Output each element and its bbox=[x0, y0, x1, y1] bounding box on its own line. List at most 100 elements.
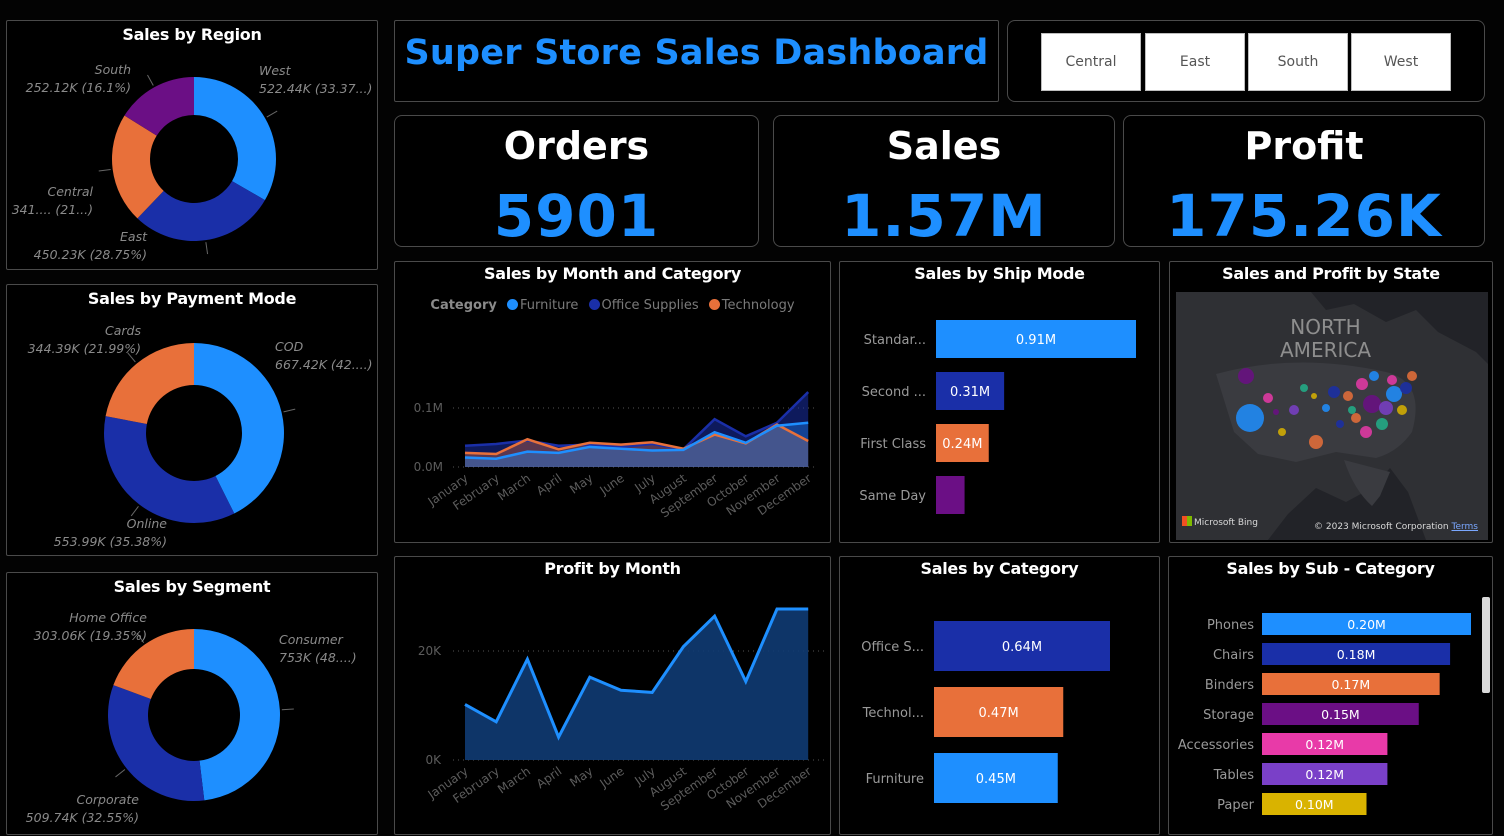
state-bubble[interactable] bbox=[1397, 405, 1407, 415]
leader-line bbox=[115, 769, 126, 778]
bar-category-paper: Paper bbox=[1217, 798, 1254, 813]
donut-value-east: 450.23K (28.75%) bbox=[34, 247, 147, 262]
bing-attribution: Microsoft Bing bbox=[1182, 516, 1258, 528]
y-tick-0: 0K bbox=[425, 753, 442, 767]
leader-line bbox=[130, 506, 139, 517]
state-bubble[interactable] bbox=[1311, 393, 1317, 399]
state-bubble[interactable] bbox=[1363, 395, 1381, 413]
leader-line bbox=[205, 242, 209, 255]
sales-by-month-category-panel: Sales by Month and Category Category Fur… bbox=[394, 261, 831, 543]
sales-by-segment-panel: Sales by Segment Consumer 753K (48....) Co… bbox=[6, 572, 378, 835]
map-label-line1: NORTH bbox=[1290, 315, 1361, 339]
state-bubble[interactable] bbox=[1273, 409, 1279, 415]
donut-slice-consumer[interactable] bbox=[194, 629, 280, 801]
sales-by-payment-panel: Sales by Payment Mode COD 667.42K (42....… bbox=[6, 284, 378, 556]
x-tick-may: May bbox=[567, 471, 595, 497]
dashboard-title-panel: Super Store Sales Dashboard bbox=[394, 20, 999, 102]
slicer-button-east[interactable]: East bbox=[1145, 33, 1245, 91]
state-bubble[interactable] bbox=[1386, 386, 1402, 402]
map-copyright: © 2023 Microsoft Corporation Terms bbox=[1314, 522, 1478, 532]
state-bubble[interactable] bbox=[1300, 384, 1308, 392]
state-map[interactable]: NORTH AMERICA Microsoft Bing © 2023 Micr… bbox=[1176, 292, 1488, 540]
bar-value-office-s: 0.64M bbox=[1002, 640, 1042, 655]
y-tick-0: 0.0M bbox=[414, 460, 443, 474]
region-slicer: Central East South West bbox=[1007, 20, 1485, 102]
bar-value-technol: 0.47M bbox=[979, 706, 1019, 721]
bar-same-day[interactable] bbox=[936, 476, 965, 514]
kpi-profit-value: 175.26K bbox=[1166, 182, 1442, 250]
leader-line bbox=[266, 110, 278, 118]
donut-label-cod: COD bbox=[275, 339, 304, 354]
bing-label: Microsoft Bing bbox=[1194, 518, 1258, 528]
sales-by-sub-category-panel: Sales by Sub - Category Phones 0.20M Chair… bbox=[1168, 556, 1493, 835]
state-bubble[interactable] bbox=[1348, 406, 1356, 414]
leader-line bbox=[147, 74, 154, 86]
donut-label-home-office: Home Office bbox=[69, 610, 147, 625]
bar-value-tables: 0.12M bbox=[1305, 767, 1344, 782]
bar-value-phones: 0.20M bbox=[1347, 617, 1386, 632]
sales-by-sub-category-chart: Phones 0.20M Chairs 0.18M Binders 0.17M Storag… bbox=[1178, 613, 1471, 815]
state-bubble[interactable] bbox=[1328, 386, 1340, 398]
sub-category-scrollbar[interactable] bbox=[1482, 597, 1490, 693]
bar-category-phones: Phones bbox=[1207, 618, 1254, 633]
state-bubble[interactable] bbox=[1360, 426, 1372, 438]
state-bubble[interactable] bbox=[1238, 368, 1254, 384]
bar-value-accessories: 0.12M bbox=[1305, 737, 1344, 752]
donut-value-online: 553.99K (35.38%) bbox=[54, 534, 167, 549]
state-bubble[interactable] bbox=[1263, 393, 1273, 403]
state-bubble[interactable] bbox=[1236, 404, 1264, 432]
bar-value-chairs: 0.18M bbox=[1337, 647, 1376, 662]
x-tick-march: March bbox=[495, 471, 533, 503]
state-bubble[interactable] bbox=[1356, 378, 1368, 390]
state-bubble[interactable] bbox=[1369, 371, 1379, 381]
state-bubble[interactable] bbox=[1351, 413, 1361, 423]
bar-category-second: Second ... bbox=[862, 385, 926, 400]
bar-value-first-class: 0.24M bbox=[942, 437, 982, 452]
x-tick-march: March bbox=[495, 764, 533, 796]
sales-by-payment-donut: COD 667.42K (42....) Online 553.99K (35.38%… bbox=[28, 323, 373, 549]
bar-category-binders: Binders bbox=[1205, 678, 1254, 693]
state-bubble[interactable] bbox=[1400, 382, 1412, 394]
bar-category-first-class: First Class bbox=[860, 437, 926, 452]
profit-by-month-chart: 0K20KJanuaryFebruaryMarch April May June Jul… bbox=[418, 607, 825, 814]
terms-link[interactable]: Terms bbox=[1451, 522, 1478, 532]
slicer-button-south[interactable]: South bbox=[1248, 33, 1348, 91]
donut-label-central: Central bbox=[47, 184, 93, 199]
bar-value-furniture: 0.45M bbox=[976, 772, 1016, 787]
state-bubble[interactable] bbox=[1278, 428, 1286, 436]
donut-label-online: Online bbox=[127, 516, 168, 531]
donut-value-central: 341.... (21...) bbox=[12, 202, 93, 217]
state-bubble[interactable] bbox=[1289, 405, 1299, 415]
bar-value-storage: 0.15M bbox=[1321, 707, 1360, 722]
map-label: NORTH AMERICA bbox=[1280, 316, 1371, 362]
donut-slice-corporate[interactable] bbox=[108, 685, 205, 801]
state-bubble[interactable] bbox=[1379, 401, 1393, 415]
state-bubble[interactable] bbox=[1322, 404, 1330, 412]
bar-value-standar: 0.91M bbox=[1016, 333, 1056, 348]
donut-value-consumer: 753K (48....) bbox=[279, 650, 357, 665]
kpi-sales-value: 1.57M bbox=[841, 182, 1047, 250]
donut-value-corporate: 509.74K (32.55%) bbox=[26, 810, 139, 825]
kpi-sales-card: Sales 1.57M bbox=[773, 115, 1115, 250]
dashboard-title: Super Store Sales Dashboard bbox=[404, 33, 989, 73]
kpi-orders-card: Orders 5901 bbox=[394, 115, 759, 250]
state-bubble[interactable] bbox=[1336, 420, 1344, 428]
state-bubble[interactable] bbox=[1407, 371, 1417, 381]
state-bubble[interactable] bbox=[1309, 435, 1323, 449]
state-bubble[interactable] bbox=[1387, 375, 1397, 385]
donut-label-corporate: Corporate bbox=[77, 792, 140, 807]
donut-slice-online[interactable] bbox=[104, 416, 235, 523]
state-bubble[interactable] bbox=[1376, 418, 1388, 430]
slicer-button-west[interactable]: West bbox=[1351, 33, 1451, 91]
donut-label-west: West bbox=[259, 63, 292, 78]
sales-by-category-chart: Office S... 0.64M Technol... 0.47M Furniture… bbox=[861, 621, 1110, 803]
sales-by-ship-mode-chart: Standar... 0.91M Second ... 0.31M First Clas… bbox=[859, 320, 1136, 514]
donut-label-cards: Cards bbox=[105, 323, 141, 338]
x-tick-june: June bbox=[596, 764, 626, 791]
bar-category-accessories: Accessories bbox=[1178, 738, 1254, 753]
state-bubble[interactable] bbox=[1343, 391, 1353, 401]
slicer-button-central[interactable]: Central bbox=[1041, 33, 1141, 91]
leader-line bbox=[283, 408, 296, 413]
bar-value-binders: 0.17M bbox=[1332, 677, 1371, 692]
sales-by-month-category-chart: 0.0M0.1MJanuaryFebruaryMarch April May June… bbox=[414, 391, 815, 521]
